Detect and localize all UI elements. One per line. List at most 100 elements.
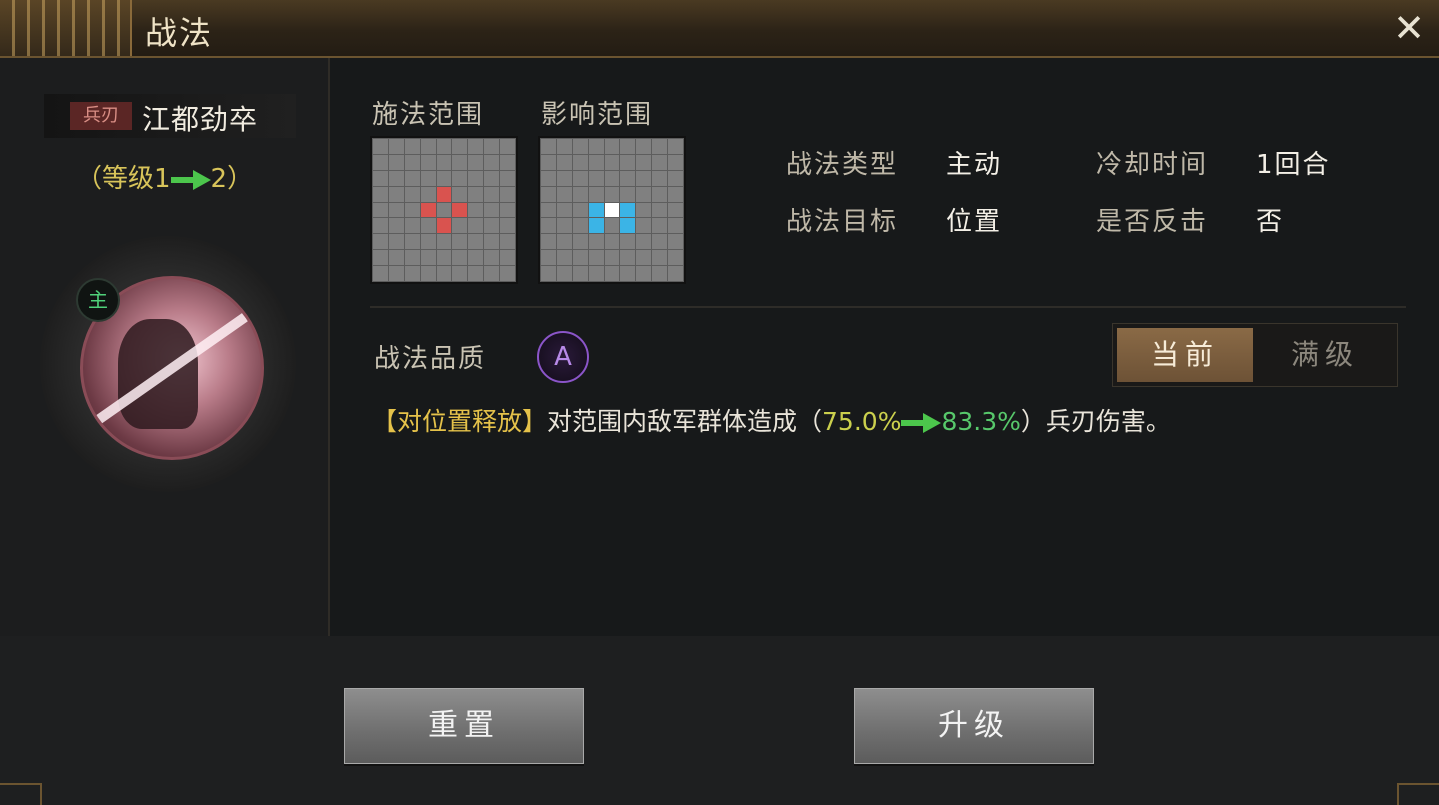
grid-cell [468, 154, 484, 170]
grid-cell [452, 266, 468, 281]
grid-cell [636, 154, 652, 170]
grid-cell [652, 234, 668, 250]
grid-cell [404, 186, 420, 202]
effect-cell [620, 218, 636, 234]
quality-label: 战法品质 [374, 344, 487, 374]
grid-cell [452, 218, 468, 234]
grid-cell [636, 202, 652, 218]
grid-cell [620, 170, 636, 186]
level-from: （等级1 [76, 164, 171, 194]
reset-button[interactable]: 重置 [344, 688, 584, 764]
skill-target-label: 战法目标 [786, 207, 899, 237]
skill-description: 【对位置释放】对范围内敌军群体造成（75.0% 83.3%）兵刃伤害。 [372, 402, 1171, 438]
grid-cell [500, 186, 515, 202]
counterattack-label: 是否反击 [1096, 207, 1209, 237]
grid-cell [668, 218, 683, 234]
grid-cell [636, 170, 652, 186]
grid-cell [452, 139, 468, 154]
grid-cell [373, 154, 388, 170]
description-text-2: ）兵刃伤害。 [1020, 407, 1171, 436]
grid-cell [620, 139, 636, 154]
grid-cell [388, 266, 404, 281]
grid-cell [652, 218, 668, 234]
skill-target-value: 位置 [946, 207, 1003, 237]
tab-max-level[interactable]: 满级 [1257, 328, 1393, 382]
grid-cell [572, 186, 588, 202]
grid-cell [436, 170, 452, 186]
grid-cell [541, 234, 556, 250]
effect-range-label: 影响范围 [541, 100, 654, 130]
grid-cell [588, 186, 604, 202]
grid-cell [373, 139, 388, 154]
grid-cell [588, 154, 604, 170]
grid-cell [556, 218, 572, 234]
grid-cell [500, 202, 515, 218]
tab-current[interactable]: 当前 [1117, 328, 1253, 382]
grid-cell [668, 202, 683, 218]
grid-cell [500, 170, 515, 186]
grid-cell [556, 202, 572, 218]
grid-cell [388, 139, 404, 154]
grid-cell [541, 139, 556, 154]
grid-cell [556, 170, 572, 186]
grid-cell [404, 234, 420, 250]
grid-cell [556, 250, 572, 266]
grid-cell [468, 186, 484, 202]
grid-cell [668, 170, 683, 186]
arrow-right-icon [901, 413, 942, 433]
level-change: （等级1 2） [76, 158, 253, 195]
grid-cell [668, 266, 683, 281]
corner-ornament-left [0, 783, 42, 805]
grid-cell [452, 250, 468, 266]
skill-type-label: 战法类型 [786, 150, 899, 180]
cast-cell [436, 186, 452, 202]
weapon-type-tag: 兵刃 [70, 102, 132, 130]
grid-cell [541, 154, 556, 170]
grid-cell [668, 234, 683, 250]
title-bar: 战法 ✕ [0, 0, 1439, 58]
grid-cell [484, 234, 500, 250]
upgrade-button[interactable]: 升级 [854, 688, 1094, 764]
grid-cell [420, 139, 436, 154]
title-ornament [0, 0, 132, 56]
grid-cell [452, 154, 468, 170]
grid-cell [484, 250, 500, 266]
grid-cell [572, 139, 588, 154]
level-view-toggle: 当前 满级 [1112, 323, 1398, 387]
grid-cell [604, 186, 620, 202]
grid-cell [388, 218, 404, 234]
grid-cell [468, 202, 484, 218]
grid-cell [572, 154, 588, 170]
grid-cell [572, 170, 588, 186]
grid-cell [420, 170, 436, 186]
grid-cell [388, 186, 404, 202]
grid-cell [636, 218, 652, 234]
grid-cell [588, 139, 604, 154]
close-button[interactable]: ✕ [1389, 8, 1429, 48]
counterattack-value: 否 [1256, 207, 1285, 237]
grid-cell [373, 218, 388, 234]
grid-cell [572, 218, 588, 234]
grid-cell [572, 266, 588, 281]
grid-cell [484, 202, 500, 218]
grid-cell [556, 234, 572, 250]
grid-cell [484, 266, 500, 281]
grid-cell [420, 186, 436, 202]
grid-cell [373, 266, 388, 281]
grid-cell [556, 266, 572, 281]
grid-cell [468, 170, 484, 186]
section-divider [370, 306, 1406, 308]
grid-cell [373, 234, 388, 250]
grid-cell [484, 218, 500, 234]
grid-cell [404, 266, 420, 281]
grid-cell [436, 234, 452, 250]
footer-bar [0, 636, 1439, 805]
grid-cell [388, 234, 404, 250]
grid-cell [652, 266, 668, 281]
grid-cell [668, 250, 683, 266]
grid-cell [652, 170, 668, 186]
grid-cell [500, 234, 515, 250]
effect-range-grid [538, 136, 686, 284]
grid-cell [436, 154, 452, 170]
grid-cell [620, 186, 636, 202]
